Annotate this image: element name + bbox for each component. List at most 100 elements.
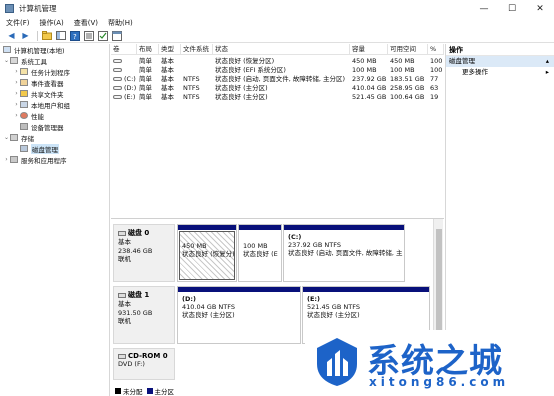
chevron-right-icon[interactable]: › <box>3 156 10 163</box>
column-header-percent[interactable]: % <box>428 44 444 55</box>
partition-legend: 未分配 主分区 <box>113 386 174 396</box>
chevron-right-icon[interactable]: › <box>13 101 20 108</box>
storage-icon <box>10 134 18 141</box>
shared-folder-icon <box>20 90 28 97</box>
more-actions-item[interactable]: 更多操作 ▸ <box>446 67 554 78</box>
tree-item-device-manager[interactable]: 设备管理器 <box>0 121 109 132</box>
cell-layout: 简单 <box>139 57 152 65</box>
cell-volume: (C:) <box>111 75 137 84</box>
actions-section-disk-management[interactable]: 磁盘管理 ▴ <box>446 56 554 67</box>
disk-state: 联机 <box>118 317 131 325</box>
column-header-free-space[interactable]: 可用空间 <box>388 44 428 55</box>
cell-type: 基本 <box>161 75 174 83</box>
column-header-capacity[interactable]: 容量 <box>350 44 388 55</box>
chevron-right-icon[interactable]: › <box>13 90 20 97</box>
tree-item-root[interactable]: 计算机管理(本地) <box>0 44 109 55</box>
minimize-button[interactable]: — <box>470 0 498 17</box>
partition-size: 100 MB <box>243 242 268 250</box>
chevron-right-icon[interactable]: › <box>13 112 20 119</box>
partition-d[interactable]: (D:) 410.04 GB NTFS 状态良好 (主分区) <box>177 286 301 344</box>
chevron-down-icon[interactable]: ⌄ <box>3 57 10 64</box>
tree-item-performance[interactable]: › 性能 <box>0 110 109 121</box>
column-header-layout[interactable]: 布局 <box>137 44 159 55</box>
cell-volume: (D:) <box>111 84 137 93</box>
volume-list-header: 卷 布局 类型 文件系统 状态 容量 可用空间 % <box>111 44 444 55</box>
menu-file[interactable]: 文件(F) <box>6 18 30 28</box>
cell-capacity: 521.45 GB <box>352 93 387 101</box>
tree-item-shared-folders[interactable]: › 共享文件夹 <box>0 88 109 99</box>
column-header-status[interactable]: 状态 <box>213 44 350 55</box>
cell-percent: 63 <box>430 84 439 92</box>
computer-management-icon <box>5 4 14 13</box>
chevron-right-icon[interactable]: › <box>13 79 20 86</box>
tree-item-storage[interactable]: ⌄ 存储 <box>0 132 109 143</box>
up-folder-icon[interactable] <box>41 30 52 41</box>
table-row[interactable]: (D:) 简单 基本 NTFS 状态良好 (主分区) 410.04 GB 258… <box>111 84 444 93</box>
computer-icon <box>3 46 11 53</box>
table-row[interactable]: (E:) 简单 基本 NTFS 状态良好 (主分区) 521.45 GB 100… <box>111 93 444 102</box>
collapse-arrow-icon[interactable]: ▴ <box>546 56 549 67</box>
maximize-button[interactable]: ☐ <box>498 0 526 17</box>
actions-section-label: 磁盘管理 <box>449 57 475 65</box>
tree-item-services[interactable]: › 服务和应用程序 <box>0 154 109 165</box>
cell-type: 基本 <box>161 84 174 92</box>
window-title: 计算机管理 <box>19 4 57 13</box>
properties-icon[interactable] <box>83 30 94 41</box>
menu-help[interactable]: 帮助(H) <box>108 18 133 28</box>
partition-size: 410.04 GB NTFS <box>182 303 235 311</box>
cell-percent: 100 <box>430 66 443 74</box>
back-arrow-icon[interactable]: ◀ <box>6 30 17 41</box>
cell-capacity: 410.04 GB <box>352 84 387 92</box>
forward-arrow-icon[interactable]: ▶ <box>20 30 31 41</box>
cell-capacity: 100 MB <box>352 66 377 74</box>
tree-item-system-tools[interactable]: ⌄ 系统工具 <box>0 55 109 66</box>
menu-action[interactable]: 操作(A) <box>40 18 64 28</box>
disk-1-label[interactable]: 磁盘 1 基本 931.50 GB 联机 <box>113 286 175 344</box>
event-log-icon <box>20 79 28 86</box>
table-row[interactable]: 简单 基本 状态良好 (EFI 系统分区) 100 MB 100 MB 100 <box>111 66 444 75</box>
actions-title: 操作 <box>446 44 554 56</box>
tools-icon <box>10 57 18 64</box>
cell-status: 状态良好 (启动, 页面文件, 故障转储, 主分区) <box>215 75 346 83</box>
cell-status: 状态良好 (主分区) <box>215 93 268 101</box>
volume-icon <box>113 68 122 72</box>
hard-disk-icon <box>118 230 126 236</box>
title-bar: 计算机管理 — ☐ ✕ <box>0 0 554 17</box>
close-button[interactable]: ✕ <box>526 0 554 17</box>
check-icon[interactable] <box>97 30 108 41</box>
tree-item-task-scheduler[interactable]: › 任务计划程序 <box>0 66 109 77</box>
chevron-down-icon[interactable]: ⌄ <box>3 134 10 141</box>
column-header-volume[interactable]: 卷 <box>111 44 137 55</box>
partition-recovery[interactable]: 450 MB 状态良好 (恢复分) <box>177 224 237 282</box>
cell-volume <box>111 66 137 75</box>
performance-icon <box>20 112 28 119</box>
cell-status: 状态良好 (EFI 系统分区) <box>215 66 286 74</box>
menu-view[interactable]: 查看(V) <box>74 18 98 28</box>
disk-0-label[interactable]: 磁盘 0 基本 238.46 GB 联机 <box>113 224 175 282</box>
scrollbar-thumb[interactable] <box>436 229 442 339</box>
new-window-icon[interactable] <box>111 30 122 41</box>
show-hide-tree-icon[interactable] <box>55 30 66 41</box>
column-header-type[interactable]: 类型 <box>159 44 181 55</box>
menu-bar: 文件(F) 操作(A) 查看(V) 帮助(H) <box>0 17 554 29</box>
tree-item-event-viewer[interactable]: › 事件查看器 <box>0 77 109 88</box>
chevron-right-icon[interactable]: › <box>13 68 20 75</box>
partition-c[interactable]: (C:) 237.92 GB NTFS 状态良好 (启动, 页面文件, 故障转储… <box>283 224 405 282</box>
cell-volume <box>111 57 137 66</box>
table-row[interactable]: 简单 基本 状态良好 (恢复分区) 450 MB 450 MB 100 <box>111 57 444 66</box>
cdrom-label[interactable]: CD-ROM 0 DVD (F:) <box>113 348 175 380</box>
legend-label: 未分配 <box>123 388 143 396</box>
partition-efi[interactable]: 100 MB 状态良好 (E <box>238 224 282 282</box>
column-header-filesystem[interactable]: 文件系统 <box>181 44 213 55</box>
clock-icon <box>20 68 28 75</box>
table-row[interactable]: (C:) 简单 基本 NTFS 状态良好 (启动, 页面文件, 故障转储, 主分… <box>111 75 444 84</box>
toolbar: ◀ ▶ ? <box>0 29 554 43</box>
volume-icon <box>113 86 122 90</box>
legend-swatch-primary <box>146 388 153 394</box>
help-icon[interactable]: ? <box>69 30 80 41</box>
tree-item-local-users[interactable]: › 本地用户和组 <box>0 99 109 110</box>
partition-status: 状态良好 (恢复分) <box>182 250 235 258</box>
partition-size: 450 MB <box>182 242 207 250</box>
svg-text:?: ? <box>73 33 77 41</box>
tree-item-disk-management[interactable]: 磁盘管理 <box>0 143 109 154</box>
